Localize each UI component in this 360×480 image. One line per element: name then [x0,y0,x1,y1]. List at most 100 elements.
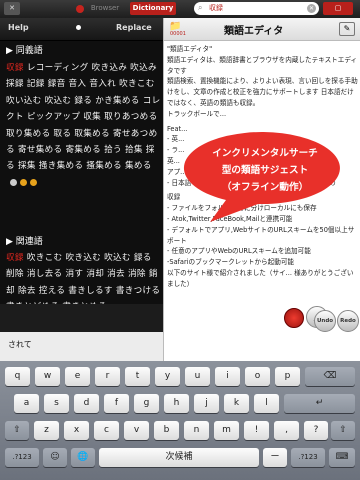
key-row3-3[interactable]: v [124,421,149,440]
undo-button[interactable]: Undo [314,310,336,332]
word-item[interactable]: 取りあつめる [104,112,157,122]
word-item[interactable]: 削除 [6,269,24,279]
word-item[interactable]: 寄せ集める [18,145,62,155]
word-item[interactable]: 記録 [27,79,45,89]
backspace-key[interactable]: ⌫ [305,367,355,386]
word-item[interactable]: 消除 [128,269,146,279]
redo-button[interactable]: Redo [337,310,359,332]
word-item[interactable]: 控える [39,286,65,296]
key-o[interactable]: o [245,367,270,386]
word-item[interactable]: 取集める [74,129,110,139]
key-p[interactable]: p [275,367,300,386]
pager-dot-icon[interactable] [30,178,37,186]
word-item[interactable]: 書きとめる [62,302,106,304]
word-item[interactable]: 吹込む [104,253,131,263]
key-t[interactable]: t [125,367,150,386]
record-button[interactable] [284,308,304,328]
numbers-key[interactable]: .?123 [5,448,39,467]
hide-keyboard-key[interactable]: ⌨ [329,448,355,467]
expand-button[interactable]: ▢ [323,2,353,15]
clear-search-icon[interactable]: ✕ [307,4,316,13]
word-item[interactable]: 吹き込み [92,63,128,73]
key-row3-0[interactable]: z [34,421,59,440]
replace-button[interactable]: Replace [116,23,152,32]
key-r[interactable]: r [95,367,120,386]
key-row3-1[interactable]: x [64,421,89,440]
word-item[interactable]: 収録 [6,253,24,263]
emoji-key[interactable]: ☺ [43,448,67,467]
key-h[interactable]: h [164,394,189,413]
word-item[interactable]: 消去 [107,269,125,279]
word-item[interactable]: 吹い込む [6,96,42,106]
word-item[interactable]: 録る [134,253,152,263]
search-value[interactable]: 収録 [209,2,223,15]
key-row3-5[interactable]: n [184,421,209,440]
word-item[interactable]: 採録 [6,79,24,89]
word-item[interactable]: 集める [125,161,152,171]
word-item[interactable]: 採集 [18,161,36,171]
word-item[interactable]: 録る [74,96,92,106]
word-item[interactable]: 音入れ [89,79,116,89]
key-w[interactable]: w [35,367,60,386]
key-j[interactable]: j [194,394,219,413]
key-k[interactable]: k [224,394,249,413]
word-item[interactable]: 消却 [86,269,104,279]
related-header[interactable]: ▶ 関連語 [6,234,43,247]
word-item[interactable]: 書きしるす [68,286,112,296]
word-item[interactable]: 掻き集める [39,161,83,171]
question-key[interactable]: ? [304,421,328,440]
word-item[interactable]: ピックアップ [27,112,80,122]
pager-dot-icon[interactable] [20,178,27,186]
word-item[interactable]: 消し去る [27,269,63,279]
word-item[interactable]: 取る [54,129,72,139]
word-item[interactable]: レコーディング [27,63,89,73]
key-a[interactable]: a [14,394,39,413]
word-item[interactable]: 拾う [104,145,122,155]
key-g[interactable]: g [134,394,159,413]
word-item[interactable]: 取り集める [6,129,50,139]
word-item[interactable]: 収集 [83,112,101,122]
key-q[interactable]: q [5,367,30,386]
word-item[interactable]: 吹込む [45,96,72,106]
key-row3-2[interactable]: c [94,421,119,440]
candidate-word[interactable]: されて [8,339,32,350]
key-row3-4[interactable]: b [154,421,179,440]
return-key[interactable]: ↵ [284,394,355,413]
word-item[interactable]: 収録 [6,63,24,73]
word-item[interactable]: 搔集める [86,161,122,171]
word-item[interactable]: 吹きこむ [119,79,155,89]
close-button[interactable]: ✕ [4,2,20,15]
word-item[interactable]: 音入 [69,79,87,89]
key-f[interactable]: f [104,394,129,413]
shift-key-right[interactable]: ⇧ [331,421,355,440]
numbers-key-right[interactable]: .?123 [291,448,325,467]
pager[interactable] [10,175,40,191]
dash-key[interactable]: ー [263,448,287,467]
word-item[interactable]: かき集める [95,96,139,106]
space-key[interactable]: 次候補 [99,448,259,467]
word-item[interactable]: 寄集める [65,145,101,155]
key-l[interactable]: l [254,394,279,413]
synonyms-header[interactable]: ▶ 同義語 [6,43,43,56]
word-item[interactable]: 書きとどめる [6,302,59,304]
edit-icon[interactable]: ✎ [339,22,355,36]
key-row3-7[interactable]: ! [244,421,269,440]
search-input[interactable]: ⌕ 収録 ✕ [194,2,319,15]
word-item[interactable]: 録音 [48,79,66,89]
word-item[interactable]: 消す [65,269,83,279]
key-row3-6[interactable]: m [214,421,239,440]
key-u[interactable]: u [185,367,210,386]
word-item[interactable]: 拾集 [125,145,143,155]
tab-dictionary[interactable]: Dictionary [130,2,176,15]
key-s[interactable]: s [44,394,69,413]
help-button[interactable]: Help [8,23,29,32]
shift-key[interactable]: ⇧ [5,421,29,440]
word-item[interactable]: 吹込み [130,63,157,73]
word-item[interactable]: 吹きこむ [27,253,63,263]
key-i[interactable]: i [215,367,240,386]
tab-browser[interactable]: Browser [82,2,128,15]
key-y[interactable]: y [155,367,180,386]
key-e[interactable]: e [65,367,90,386]
key-row3-8[interactable]: , [274,421,299,440]
word-item[interactable]: 除去 [18,286,36,296]
